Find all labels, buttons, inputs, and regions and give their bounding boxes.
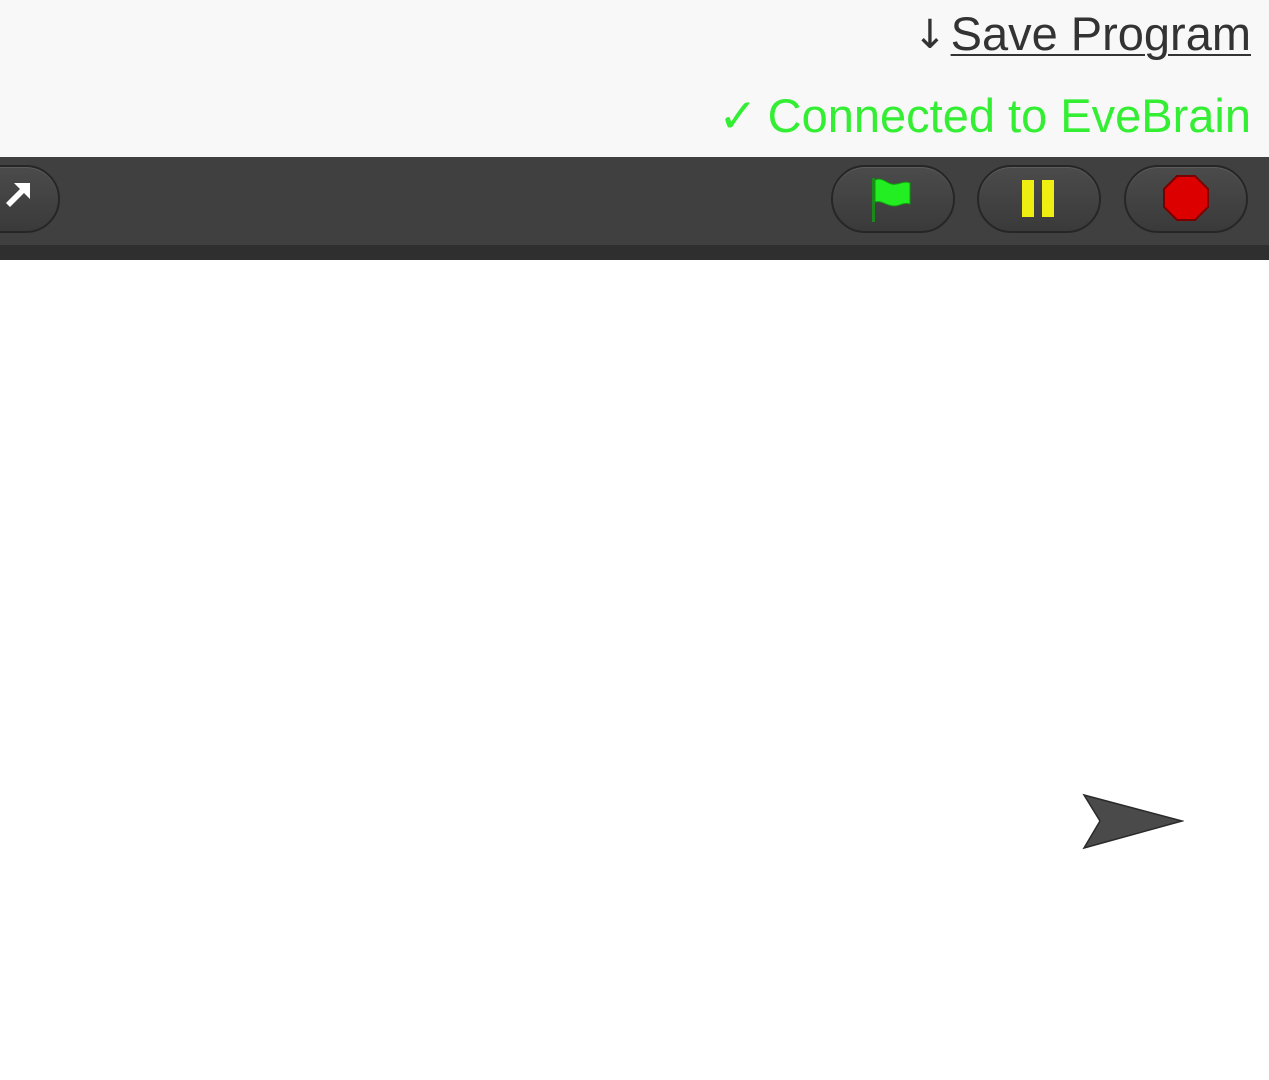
green-flag-icon	[872, 178, 911, 222]
fullscreen-arrow-icon	[6, 183, 30, 207]
stop-button[interactable]	[1124, 165, 1248, 233]
stage-canvas[interactable]	[0, 260, 1269, 1080]
pause-button[interactable]	[977, 165, 1101, 233]
download-arrow-icon: ↓	[913, 12, 947, 58]
fullscreen-button[interactable]	[0, 165, 60, 233]
connection-status: ✓ Connected to EveBrain	[718, 88, 1251, 145]
save-program-label: Save Program	[950, 7, 1251, 60]
go-button[interactable]	[831, 165, 955, 233]
stage-toolbar	[0, 157, 1269, 245]
header-area: ↓Save Program ✓ Connected to EveBrain	[0, 0, 1269, 157]
turtle-arrow-icon	[1082, 793, 1184, 850]
save-program-link[interactable]: ↓Save Program	[913, 6, 1251, 63]
pause-icon	[1022, 180, 1054, 217]
stop-octagon-icon	[1163, 175, 1209, 221]
app-page: ↓Save Program ✓ Connected to EveBrain	[0, 0, 1269, 1080]
connection-status-label: Connected to EveBrain	[767, 89, 1251, 142]
check-icon: ✓	[718, 89, 758, 144]
toolbar-divider	[0, 245, 1269, 260]
